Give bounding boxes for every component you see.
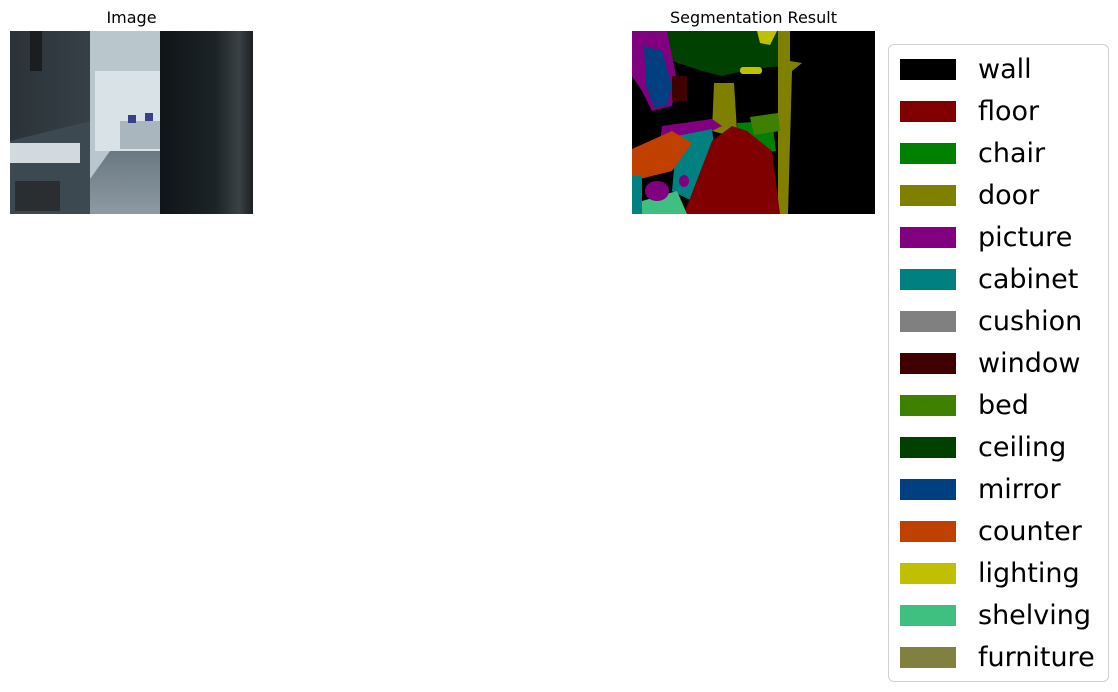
photo-illustration [10, 31, 253, 214]
legend-swatch [900, 311, 956, 332]
legend-item-cushion: cushion [889, 306, 1108, 337]
legend-label: chair [978, 138, 1046, 169]
legend-label: counter [978, 516, 1082, 547]
legend-swatch [900, 395, 956, 416]
legend-label: ceiling [978, 432, 1067, 463]
segmentation-map [632, 31, 875, 214]
legend-label: mirror [978, 474, 1061, 505]
legend-swatch [900, 269, 956, 290]
legend-item-furniture: furniture [889, 642, 1108, 673]
legend-item-picture: picture [889, 222, 1108, 253]
legend-swatch [900, 479, 956, 500]
legend-label: door [978, 180, 1040, 211]
legend-swatch [900, 521, 956, 542]
legend-item-lighting: lighting [889, 558, 1108, 589]
legend-item-counter: counter [889, 516, 1108, 547]
legend-item-mirror: mirror [889, 474, 1108, 505]
legend-swatch [900, 59, 956, 80]
legend-item-wall: wall [889, 54, 1108, 85]
legend-swatch [900, 647, 956, 668]
legend-item-window: window [889, 348, 1108, 379]
legend-item-shelving: shelving [889, 600, 1108, 631]
legend-item-floor: floor [889, 96, 1108, 127]
legend-label: wall [978, 54, 1032, 85]
legend-swatch [900, 605, 956, 626]
legend-label: furniture [978, 642, 1095, 673]
legend-item-cabinet: cabinet [889, 264, 1108, 295]
legend-label: picture [978, 222, 1073, 253]
legend-label: floor [978, 96, 1040, 127]
legend: wall floor chair door picture cabinet cu… [888, 44, 1109, 682]
legend-swatch [900, 437, 956, 458]
segmentation-panel-title: Segmentation Result [670, 8, 837, 27]
input-photo [10, 31, 253, 214]
legend-swatch [900, 353, 956, 374]
legend-label: cushion [978, 306, 1083, 337]
segmentation-illustration [632, 31, 875, 214]
legend-item-ceiling: ceiling [889, 432, 1108, 463]
legend-swatch [900, 101, 956, 122]
legend-label: cabinet [978, 264, 1079, 295]
legend-swatch [900, 563, 956, 584]
legend-label: bed [978, 390, 1029, 421]
legend-item-door: door [889, 180, 1108, 211]
legend-item-chair: chair [889, 138, 1108, 169]
legend-label: window [978, 348, 1081, 379]
legend-label: shelving [978, 600, 1092, 631]
legend-swatch [900, 143, 956, 164]
legend-swatch [900, 185, 956, 206]
legend-label: lighting [978, 558, 1080, 589]
image-panel-title: Image [106, 8, 157, 27]
legend-swatch [900, 227, 956, 248]
legend-item-bed: bed [889, 390, 1108, 421]
